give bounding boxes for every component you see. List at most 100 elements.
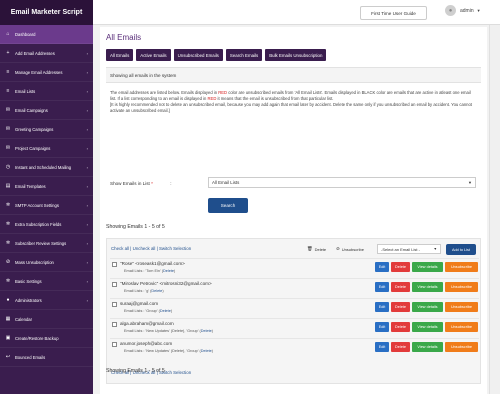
row-checkbox[interactable] — [112, 342, 117, 347]
settings-icon: ✲ — [5, 240, 11, 246]
view-details-button[interactable]: View details — [412, 302, 443, 312]
unsubscribe-button[interactable]: Unsubscribe — [445, 302, 478, 312]
delete-button[interactable]: Delete — [391, 282, 410, 292]
sidebar-item-label: Calendar — [15, 316, 32, 322]
main-panel: All Emails All Emails Active Emails Unsu… — [100, 27, 487, 394]
row-checkbox[interactable] — [112, 282, 117, 287]
delete-button[interactable]: Delete — [391, 322, 410, 332]
add-to-list-button[interactable]: Add to List — [446, 244, 476, 255]
tab-active-emails[interactable]: Active Emails — [136, 49, 171, 61]
row-checkbox[interactable] — [112, 262, 117, 267]
edit-button[interactable]: Edit — [375, 262, 389, 272]
view-details-button[interactable]: View details — [412, 282, 443, 292]
selection-links-top: Check all | Uncheck all | Switch Selecti… — [111, 246, 191, 251]
sidebar-item[interactable]: ≡ Manage Email Addresses › — [0, 63, 93, 82]
check-all-link[interactable]: Check all — [111, 246, 129, 251]
edit-button[interactable]: Edit — [375, 342, 389, 352]
sidebar-item[interactable]: + Add Email Addresses › — [0, 44, 93, 63]
chevron-right-icon: › — [86, 50, 88, 56]
email-tabs: All Emails Active Emails Unsubscribed Em… — [106, 49, 327, 61]
sidebar-item[interactable]: ▤ Email Templates › — [0, 177, 93, 196]
remove-from-list-link[interactable]: Delete — [160, 309, 171, 313]
view-details-button[interactable]: View details — [412, 262, 443, 272]
chevron-right-icon: › — [86, 183, 88, 189]
target-list-select-value: -Select an Email List - — [381, 246, 420, 252]
chevron-right-icon: › — [86, 145, 88, 151]
remove-from-list-link[interactable]: Delete — [163, 269, 174, 273]
first-time-guide-button[interactable]: First Time User Guide — [360, 6, 427, 20]
sidebar-item[interactable]: ▣ Create/Restore Backup — [0, 329, 93, 348]
envelope-icon: ✉ — [5, 107, 11, 113]
sidebar-item[interactable]: ✲ SMTP Account Settings › — [0, 196, 93, 215]
delete-button[interactable]: Delete — [391, 342, 410, 352]
delete-button[interactable]: Delete — [391, 302, 410, 312]
gear-icon: ✲ — [5, 278, 11, 284]
row-checkbox[interactable] — [112, 322, 117, 327]
chevron-down-icon: ▼ — [476, 8, 481, 13]
sidebar-item[interactable]: ● Administrators › — [0, 291, 93, 310]
table-row: "Miroslav Petrovic" <mitrosni32@gmail.co… — [110, 278, 479, 297]
sidebar-item[interactable]: ✲ Subscriber Review Settings › — [0, 234, 93, 253]
info-warning: [It is highly recommended not to delete … — [110, 102, 472, 113]
email-lists-text: ) — [174, 269, 176, 273]
sidebar-item[interactable]: ↩ Bounced Emails — [0, 348, 93, 367]
unsubscribe-button[interactable]: Unsubscribe — [445, 322, 478, 332]
remove-from-list-link[interactable]: Delete — [201, 349, 212, 353]
sidebar-item[interactable]: ▦ Calendar — [0, 310, 93, 329]
required-mark: * — [151, 181, 153, 186]
sidebar-item-label: Email Lists — [15, 88, 36, 94]
settings-icon: ✲ — [5, 202, 11, 208]
remove-from-list-link[interactable]: Delete — [151, 289, 162, 293]
edit-button[interactable]: Edit — [375, 322, 389, 332]
sidebar-item-label: Mass Unsubscription — [15, 259, 54, 265]
email-lists-text: Email Lists : 'g' ( — [124, 289, 152, 293]
unsubscribe-button[interactable]: Unsubscribe — [445, 262, 478, 272]
uncheck-all-link[interactable]: Uncheck all — [133, 246, 156, 251]
tab-all-emails[interactable]: All Emails — [106, 49, 134, 61]
email-list-select[interactable]: All Email Lists ▼ — [208, 177, 476, 188]
email-address: "Miroslav Petrovic" <mitrosni32@gmail.co… — [120, 281, 212, 286]
sidebar-item[interactable]: ✲ Basic Settings › — [0, 272, 93, 291]
section-subheading: Showing all emails in the system — [106, 67, 481, 83]
chevron-right-icon: › — [86, 240, 88, 246]
search-button[interactable]: Search — [208, 198, 248, 213]
user-menu[interactable]: ● admin ▼ — [445, 5, 481, 16]
tab-bulk-unsubscription[interactable]: Bulk Emails Unsubscription — [265, 49, 327, 61]
email-lists-text: ) — [170, 309, 173, 313]
row-actions: Edit Delete View details Unsubscribe — [375, 302, 478, 312]
bulk-unsubscribe-button[interactable]: ⊘ Unsubscribe — [336, 246, 364, 252]
sidebar-item[interactable]: ✉ Project Campaigns › — [0, 139, 93, 158]
user-name: admin — [460, 7, 474, 14]
view-details-button[interactable]: View details — [412, 322, 443, 332]
bulk-delete-button[interactable]: 🗑 Delete — [307, 246, 326, 252]
edit-button[interactable]: Edit — [375, 302, 389, 312]
showing-count-bottom: Showing Emails 1 - 5 of 5 — [106, 368, 165, 374]
sidebar-item[interactable]: ⌂ Dashboard — [0, 25, 93, 44]
settings-icon: ✲ — [5, 221, 11, 227]
chevron-right-icon: › — [86, 259, 88, 265]
tab-search-emails[interactable]: Search Emails — [225, 49, 263, 61]
switch-selection-link[interactable]: Switch Selection — [159, 246, 191, 251]
sidebar-item[interactable]: ≡ Email Lists › — [0, 82, 93, 101]
row-checkbox[interactable] — [112, 302, 117, 307]
remove-from-list-link[interactable]: Delete — [201, 329, 212, 333]
page-scrollbar[interactable] — [489, 25, 500, 394]
sidebar-item-label: Email Templates — [15, 183, 46, 189]
sidebar-item[interactable]: ⊘ Mass Unsubscription › — [0, 253, 93, 272]
info-text-part: it means that the email is unsubscribed … — [216, 96, 334, 101]
sidebar-item[interactable]: ◷ Instant and Scheduled Mailing › — [0, 158, 93, 177]
unsubscribe-button[interactable]: Unsubscribe — [445, 282, 478, 292]
sidebar-item-label: Email Campaigns — [15, 107, 48, 113]
sidebar-item[interactable]: ✲ Extra Subscription Fields › — [0, 215, 93, 234]
tab-unsubscribed-emails[interactable]: Unsubscribed Emails — [173, 49, 223, 61]
edit-button[interactable]: Edit — [375, 282, 389, 292]
view-details-button[interactable]: View details — [412, 342, 443, 352]
delete-button[interactable]: Delete — [391, 262, 410, 272]
email-lists-text: ) — [211, 329, 214, 333]
unsubscribe-button[interactable]: Unsubscribe — [445, 342, 478, 352]
target-list-select[interactable]: -Select an Email List - ▼ — [377, 244, 441, 254]
page-title: All Emails — [106, 33, 142, 42]
sidebar-item[interactable]: ✉ Email Campaigns › — [0, 101, 93, 120]
sidebar-item[interactable]: ✉ Greeting Campaigns › — [0, 120, 93, 139]
email-lists: Email Lists : 'Group' (Delete) — [124, 309, 172, 313]
